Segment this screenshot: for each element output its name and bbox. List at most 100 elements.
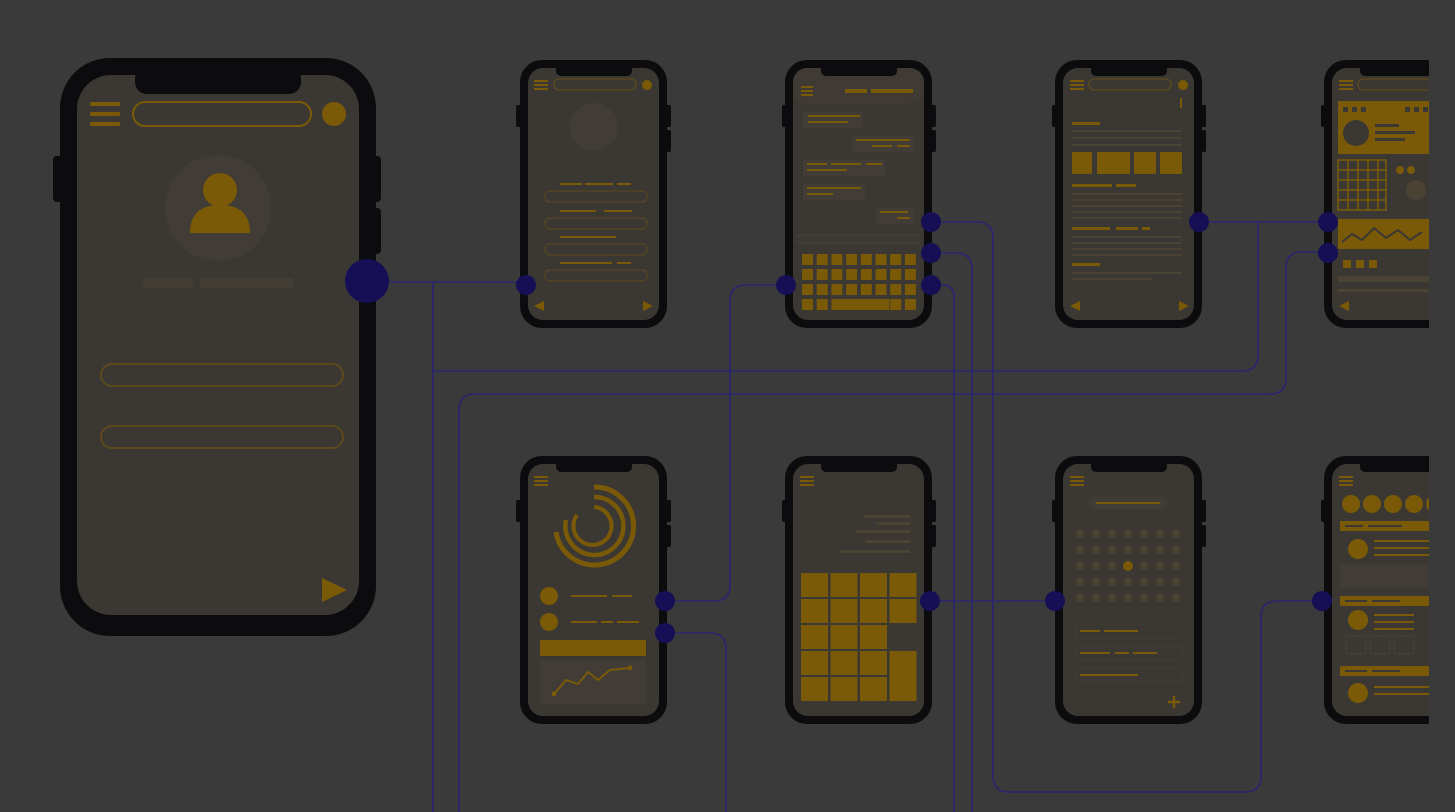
calendar-day [1124,530,1132,538]
menu-icon [534,476,548,486]
calendar-day [1092,562,1100,570]
profile-name-line [200,278,294,288]
keyboard-key [860,269,872,280]
keyboard-key [860,254,872,265]
menu-icon [1070,476,1084,486]
keyboard-key [890,269,902,280]
photo-tile [860,651,887,675]
connector-chat-down-a [931,252,973,812]
node-chat-b [921,212,941,232]
node-dashboard-b [1318,243,1338,263]
phone-notch [1091,460,1167,472]
connector-chat-down-b [931,284,955,812]
photo-tile [860,573,887,597]
phone-notch [1360,460,1429,472]
calendar-day [1140,530,1148,538]
phone-dashboard [1321,60,1429,328]
keyboard-key [816,299,828,310]
photo-tile [830,677,858,701]
photo-tile [860,599,887,623]
app-flow-diagram [53,58,1429,812]
phone-notch [135,66,301,94]
node-login [516,275,536,295]
calendar-day [1140,562,1148,570]
phone-notch [1360,64,1429,76]
photo-placeholder [570,103,618,151]
calendar-day [1124,594,1132,602]
photo-tile [830,625,858,649]
keyboard-key [890,284,902,295]
photo-tile [830,573,858,597]
keyboard-key [904,299,916,310]
phone-notch [821,64,897,76]
calendar-day [1124,578,1132,586]
photo-tile [860,625,887,649]
keyboard-key [890,299,902,310]
story-avatars [1342,495,1429,513]
calendar-day [1172,594,1180,602]
node-chat-d [921,275,941,295]
keyboard-key [802,254,813,265]
calendar-day [1076,530,1084,538]
calendar-day [1108,578,1116,586]
calendar-day [1140,546,1148,554]
calendar-day [1108,546,1116,554]
calendar-day [1156,578,1164,586]
node-calendar [1045,591,1065,611]
calendar-day [1108,594,1116,602]
calendar-day [1156,594,1164,602]
connector-chat-analytics [665,284,786,602]
menu-icon [800,476,814,486]
calendar-day [1172,546,1180,554]
node-grid [920,591,940,611]
menu-icon [90,102,120,126]
calendar-day [1076,562,1084,570]
keyboard-key [846,254,858,265]
menu-icon [801,86,813,96]
phone-notch [1091,64,1167,76]
phone-notch [556,64,632,76]
node-article [1189,212,1209,232]
keyboard-key [846,284,858,295]
photo-tile [801,625,828,649]
photo-tile [801,599,828,623]
keyboard-key [831,254,843,265]
calendar-day [1092,530,1100,538]
keyboard-key [802,269,813,280]
keyboard-key [860,284,872,295]
node-analytics-a [655,591,675,611]
phone-gallery-grid [782,456,936,724]
phone-chat-keyboard [782,60,936,328]
calendar-day [1092,578,1100,586]
phone-analytics [516,456,671,724]
node-profile [345,259,389,303]
keyboard-key [875,269,887,280]
calendar-day [1108,530,1116,538]
photo-tile [801,651,828,675]
photo-tile [889,599,917,623]
phone-social-feed [1321,456,1429,724]
calendar-day [1124,546,1132,554]
keyboard-key [904,269,916,280]
calendar-day [1172,562,1180,570]
phone-article [1052,60,1206,328]
calendar-day [1092,546,1100,554]
menu-icon [1339,80,1353,90]
calendar-day [1140,578,1148,586]
keyboard-key [846,269,858,280]
menu-icon [1339,476,1353,486]
keyboard-key [904,284,916,295]
node-feed [1312,591,1332,611]
photo-tile [830,651,858,675]
keyboard-key [831,284,843,295]
phone-notch [556,460,632,472]
phone-login-form [516,60,671,328]
calendar-day [1076,594,1084,602]
calendar-day [1172,578,1180,586]
menu-icon [534,80,548,90]
photo-tile [801,573,828,597]
calendar-day [1076,546,1084,554]
node-chat-a [776,275,796,295]
phone-profile-main [53,58,381,636]
article-image-blocks [1072,152,1182,174]
